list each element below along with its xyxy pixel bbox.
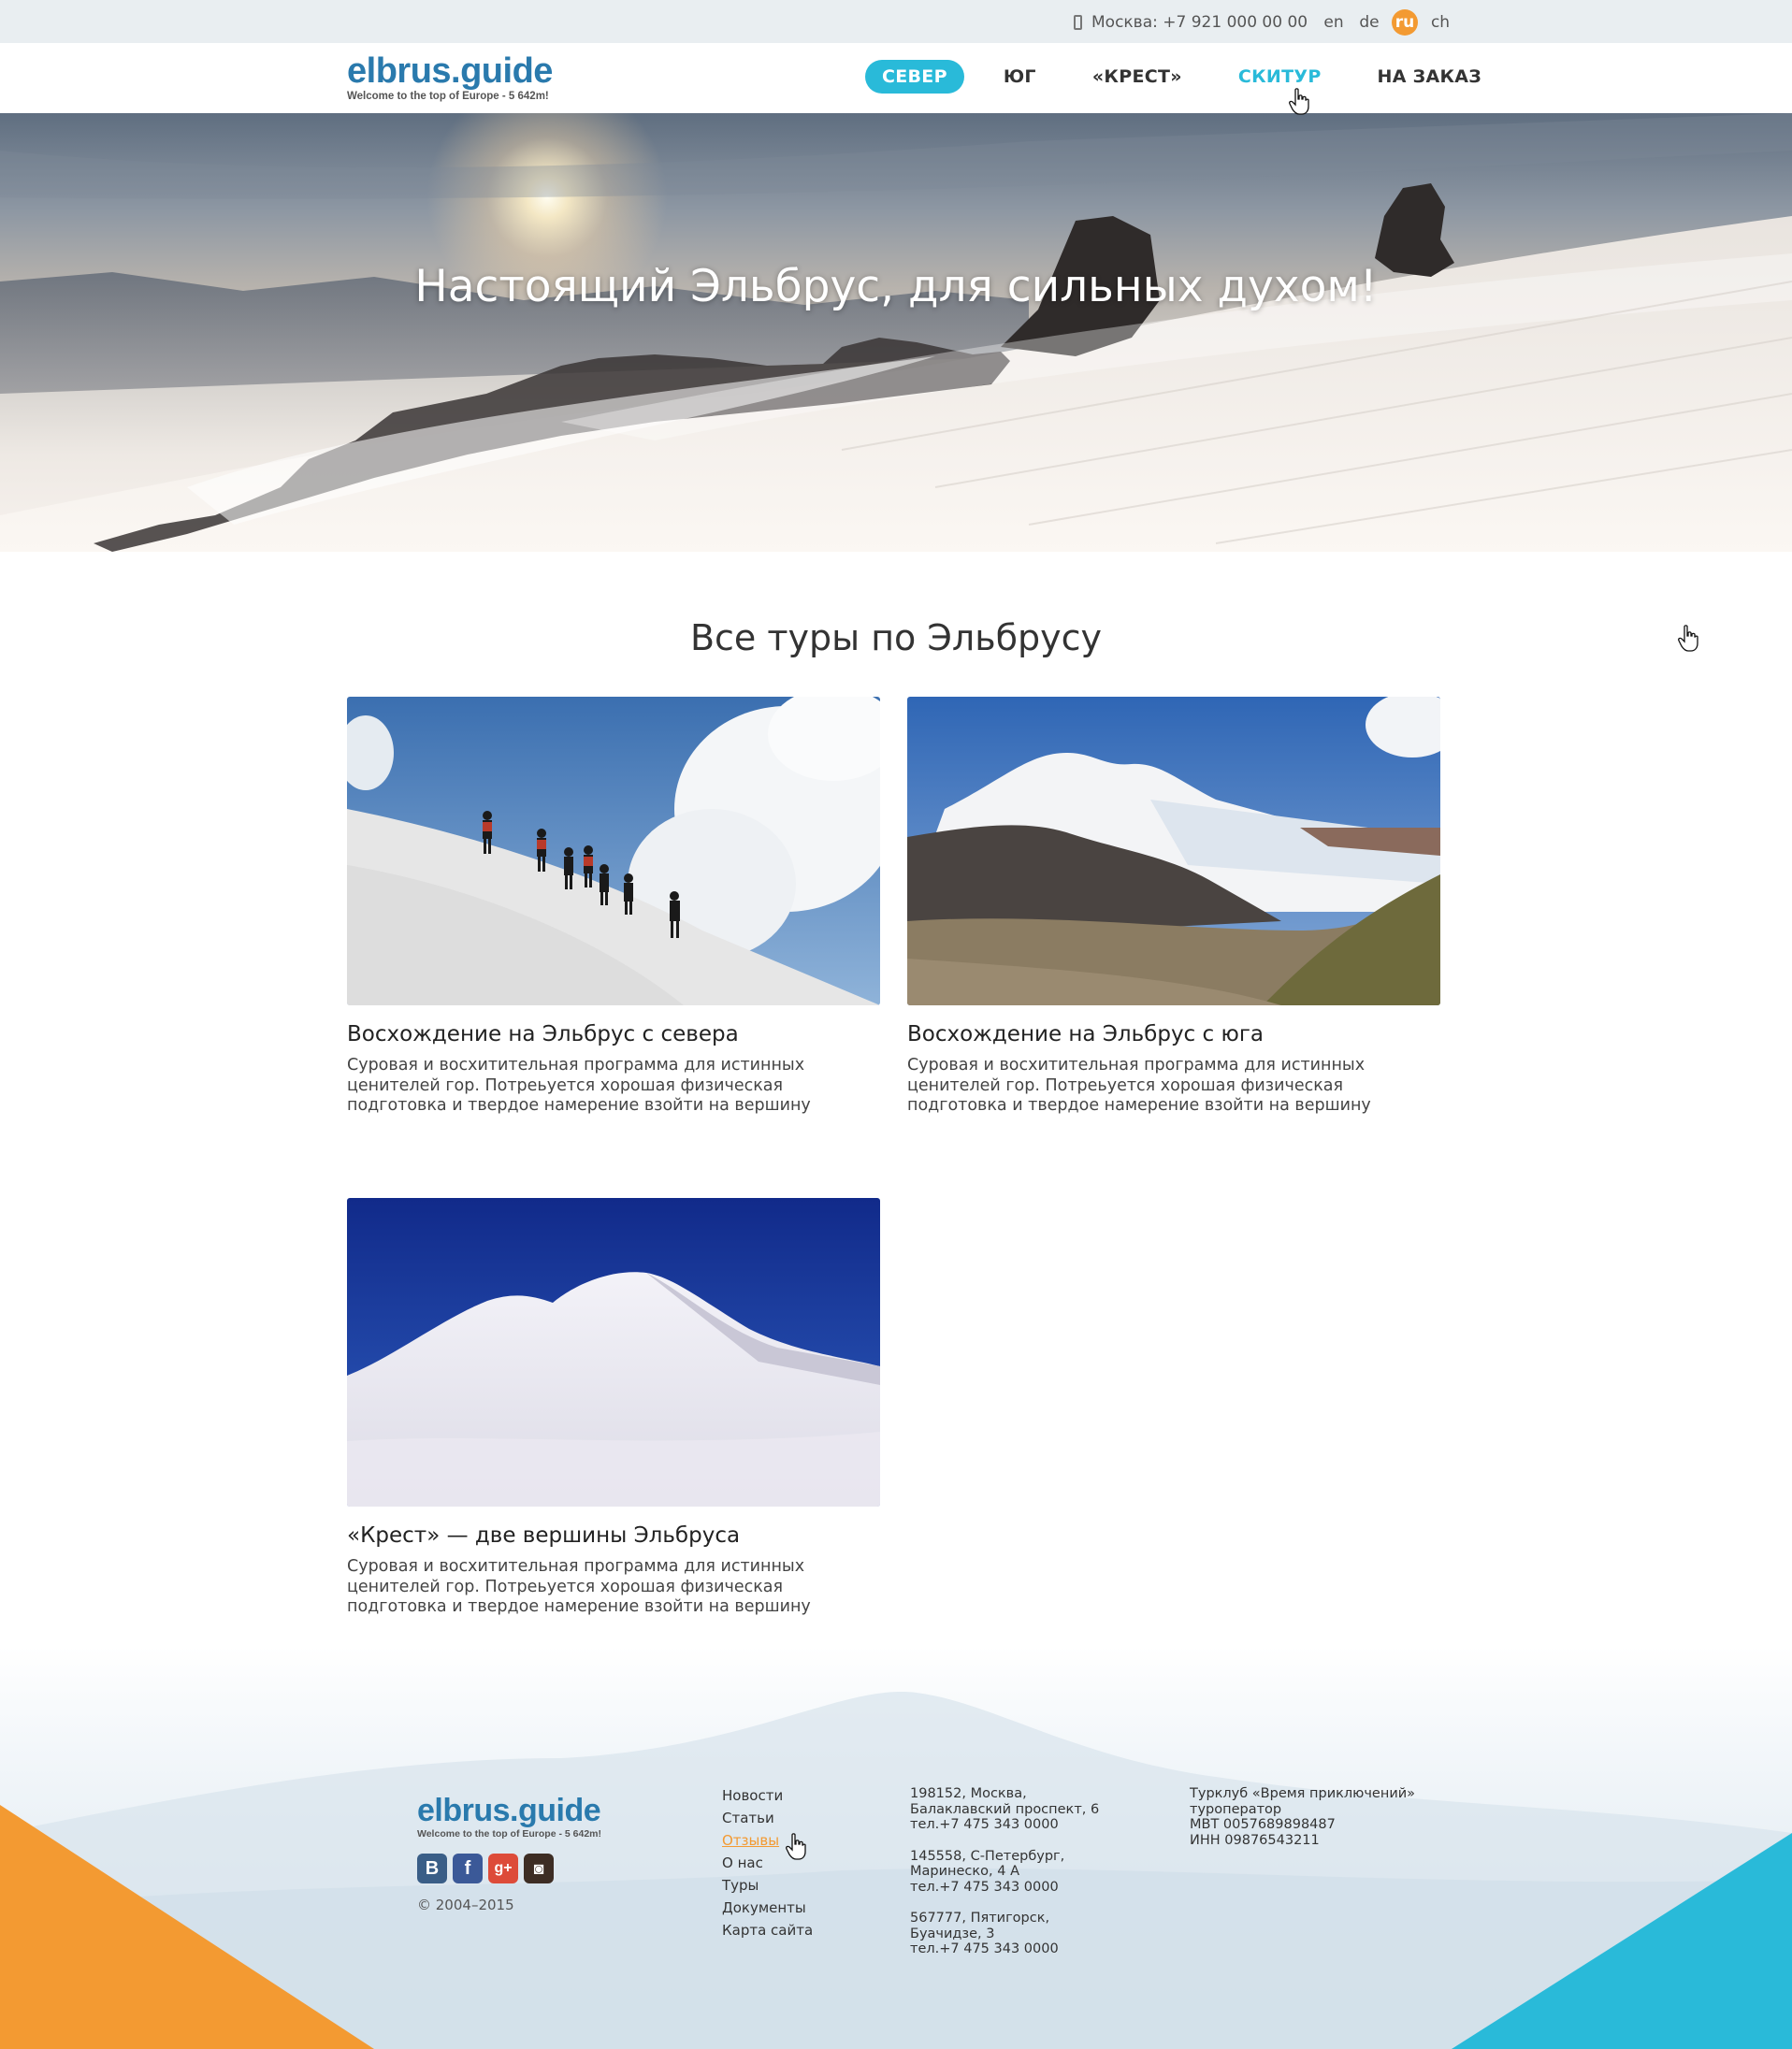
vk-icon[interactable]: B [417,1854,447,1883]
address-spb: 145558, С-Петербург, Маринеско, 4 А тел.… [910,1849,1116,1896]
address-line: 567777, Пятигорск, [910,1911,1050,1926]
hand-cursor-icon [786,1833,806,1860]
footer-link-sitemap[interactable]: Карта сайта [722,1921,813,1943]
footer-link-tours[interactable]: Туры [722,1876,813,1898]
hero-title: Настоящий Эльбрус, для сильных духом! [414,261,1378,312]
language-switcher: en de ru ch [1321,9,1453,36]
tour-image-north[interactable] [347,697,880,1005]
phone-icon [1074,15,1082,30]
tour-image-south[interactable] [907,697,1440,1005]
address-pyatigorsk: 567777, Пятигорск, Буачидзе, 3 тел.+7 47… [910,1911,1116,1957]
address-line: 198152, Москва, [910,1786,1027,1801]
company-type: туроператор [1190,1801,1282,1817]
lang-de[interactable]: de [1356,9,1382,36]
company-mvt: МВТ 0057689898487 [1190,1817,1336,1832]
address-phone: тел.+7 475 343 0000 [910,1879,1059,1895]
lang-en[interactable]: en [1321,9,1347,36]
main-nav: СЕВЕР ЮГ «КРЕСТ» СКИТУР НА ЗАКАЗ [865,60,1498,94]
address-line: 145558, С-Петербург, [910,1848,1065,1864]
footer-logo-tagline: Welcome to the top of Europe - 5 642m! [417,1828,601,1840]
lang-ru[interactable]: ru [1392,9,1418,36]
company-info: Турклуб «Время приключений» туроператор … [1190,1786,1415,1848]
tour-description: Суровая и восхитительная программа для и… [347,1056,811,1115]
address-moscow: 198152, Москва, Балаклавский проспект, 6… [910,1786,1116,1833]
nav-item-skitur[interactable]: СКИТУР [1221,60,1338,94]
phone-number: Москва: +7 921 000 00 00 [1091,13,1308,32]
social-links: B f g+ ◙ [417,1854,554,1883]
tour-description: Суровая и восхитительная программа для и… [347,1557,811,1616]
tour-image-krest[interactable] [347,1198,880,1507]
tour-title[interactable]: Восхождение на Эльбрус с севера [347,1022,880,1046]
nav-item-na-zakaz[interactable]: НА ЗАКАЗ [1361,60,1499,94]
tour-card-krest[interactable]: «Крест» — две вершины Эльбруса Суровая и… [347,1198,880,1618]
site-header: elbrus.guide Welcome to the top of Europ… [0,43,1792,113]
address-line: Балаклавский проспект, 6 [910,1801,1100,1817]
footer-menu: Новости Статьи Отзывы О нас Туры Докумен… [722,1786,813,1943]
company-inn: ИНН 09876543211 [1190,1832,1320,1848]
footer-logo-title: elbrus.guide [417,1793,601,1828]
footer-addresses: 198152, Москва, Балаклавский проспект, 6… [910,1786,1116,1973]
site-footer: elbrus.guide Welcome to the top of Europ… [0,1646,1792,2049]
tour-description: Суровая и восхитительная программа для и… [907,1056,1371,1115]
nav-item-krest[interactable]: «КРЕСТ» [1076,60,1199,94]
company-name: Турклуб «Время приключений» [1190,1786,1416,1801]
google-plus-icon[interactable]: g+ [488,1854,518,1883]
tours-section-title: Все туры по Эльбрусу [689,617,1103,658]
footer-link-news[interactable]: Новости [722,1786,813,1809]
tour-title[interactable]: Восхождение на Эльбрус с юга [907,1022,1440,1046]
logo-tagline: Welcome to the top of Europe - 5 642m! [347,91,549,102]
phone-contact: Москва: +7 921 000 00 00 [1074,13,1308,32]
address-phone: тел.+7 475 343 0000 [910,1941,1059,1956]
address-line: Буачидзе, 3 [910,1926,995,1941]
facebook-icon[interactable]: f [453,1854,483,1883]
address-line: Маринеско, 4 А [910,1864,1019,1879]
address-phone: тел.+7 475 343 0000 [910,1817,1059,1832]
hand-cursor-icon [1289,88,1309,115]
site-logo[interactable]: elbrus.guide Welcome to the top of Europ… [347,52,553,102]
footer-link-articles[interactable]: Статьи [722,1809,813,1831]
tour-card-south[interactable]: Восхождение на Эльбрус с юга Суровая и в… [907,697,1440,1117]
footer-link-documents[interactable]: Документы [722,1898,813,1921]
footer-logo[interactable]: elbrus.guide Welcome to the top of Europ… [417,1794,601,1840]
copyright: © 2004–2015 [417,1897,514,1913]
lang-ch[interactable]: ch [1427,9,1453,36]
nav-item-yug[interactable]: ЮГ [987,60,1053,94]
hero-banner: Настоящий Эльбрус, для сильных духом! [0,113,1792,552]
tour-card-north[interactable]: Восхождение на Эльбрус с севера Суровая … [347,697,880,1117]
hero-mountain-image [0,113,1792,552]
footer-background [0,1692,1792,2049]
nav-item-sever[interactable]: СЕВЕР [865,60,964,94]
logo-title: elbrus.guide [347,51,553,91]
top-bar: Москва: +7 921 000 00 00 en de ru ch [0,0,1792,43]
instagram-icon[interactable]: ◙ [524,1854,554,1883]
tour-title[interactable]: «Крест» — две вершины Эльбруса [347,1523,880,1548]
